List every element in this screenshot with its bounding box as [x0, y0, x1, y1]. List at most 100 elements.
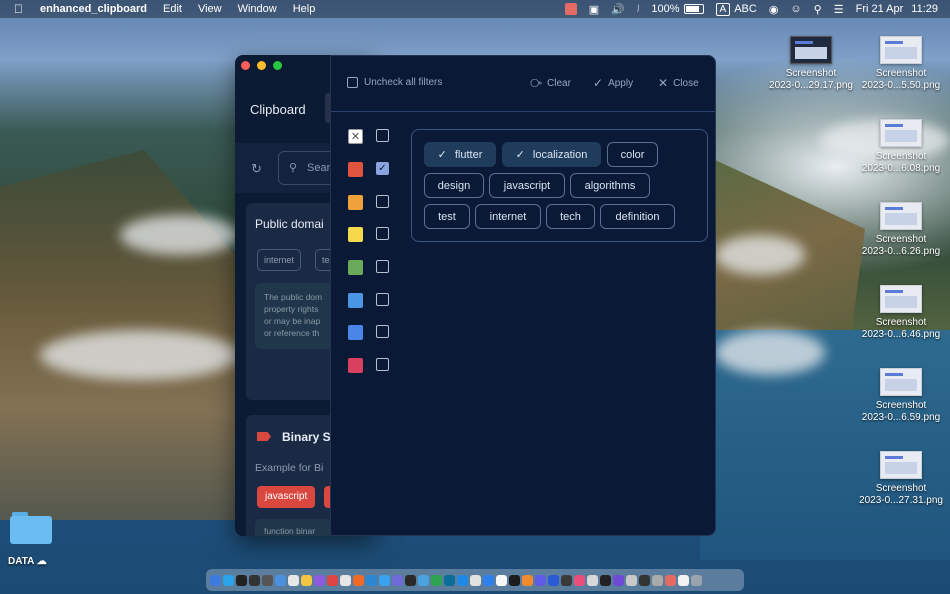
dock-app-icon[interactable]: [340, 574, 351, 586]
dock-app-icon[interactable]: [418, 574, 429, 586]
dock-app-icon[interactable]: [353, 574, 364, 586]
user-icon[interactable]: ☺: [790, 3, 801, 15]
dock-app-icon[interactable]: [561, 574, 572, 586]
volume-icon[interactable]: 🔊: [611, 3, 625, 16]
dock-app-icon[interactable]: [405, 574, 416, 586]
color-filter-row[interactable]: [348, 293, 408, 309]
dock-app-icon[interactable]: [431, 574, 442, 586]
color-checkbox[interactable]: [376, 129, 389, 142]
desktop-file[interactable]: Screenshot 2023-0...29.17.png: [766, 36, 856, 92]
dock-app-icon[interactable]: [613, 574, 624, 586]
close-window-icon[interactable]: [241, 61, 250, 70]
dock-app-icon[interactable]: [652, 574, 663, 586]
dock-app-icon[interactable]: [483, 574, 494, 586]
color-checkbox[interactable]: [376, 195, 389, 208]
color-checkbox[interactable]: [376, 325, 389, 338]
date-label[interactable]: Fri 21 Apr: [856, 3, 904, 15]
dock-app-icon[interactable]: [262, 574, 273, 586]
desktop-file[interactable]: Screenshot 2023-0...27.31.png: [856, 451, 946, 507]
dock-app-icon[interactable]: [392, 574, 403, 586]
tag-chip-test[interactable]: test: [424, 204, 470, 229]
desktop-file[interactable]: Screenshot 2023-0...6.59.png: [856, 368, 946, 424]
dock-app-icon[interactable]: [366, 574, 377, 586]
dock-app-icon[interactable]: [327, 574, 338, 586]
dock-app-icon[interactable]: [678, 574, 689, 586]
minimize-window-icon[interactable]: [257, 61, 266, 70]
dock-app-icon[interactable]: [288, 574, 299, 586]
tag-chip-tech[interactable]: tech: [546, 204, 595, 229]
color-filter-row[interactable]: ✓: [348, 162, 408, 178]
dock-app-icon[interactable]: [379, 574, 390, 586]
clip-tag[interactable]: javascript: [257, 486, 316, 508]
tag-chip-algorithms[interactable]: algorithms: [570, 173, 650, 198]
dock-app-icon[interactable]: [275, 574, 286, 586]
dock-app-icon[interactable]: [600, 574, 611, 586]
color-checkbox[interactable]: ✓: [376, 162, 389, 175]
menu-help[interactable]: Help: [293, 3, 316, 15]
uncheck-all-filters[interactable]: Uncheck all filters: [347, 77, 442, 88]
tag-chip-definition[interactable]: definition: [600, 204, 675, 229]
desktop-file[interactable]: Screenshot 2023-0...6.26.png: [856, 202, 946, 258]
menu-window[interactable]: Window: [238, 3, 277, 15]
apple-icon[interactable]: : [14, 2, 28, 16]
dock-app-icon[interactable]: [457, 574, 468, 586]
desktop-file[interactable]: Screenshot 2023-0...5.50.png: [856, 36, 946, 92]
search-icon[interactable]: ⚲: [814, 3, 822, 16]
folder-icon[interactable]: [10, 512, 52, 544]
zoom-window-icon[interactable]: [273, 61, 282, 70]
dock-app-icon[interactable]: [522, 574, 533, 586]
clip-tag[interactable]: internet: [257, 249, 302, 271]
desktop-file[interactable]: Screenshot 2023-0...6.08.png: [856, 119, 946, 175]
desktop-file[interactable]: Screenshot 2023-0...6.46.png: [856, 285, 946, 341]
dock-app-icon[interactable]: [665, 574, 676, 586]
folder-label[interactable]: DATA ☁: [8, 556, 47, 567]
menu-view[interactable]: View: [198, 3, 222, 15]
dock-app-icon[interactable]: [210, 574, 221, 586]
clear-button[interactable]: ⧂ Clear: [530, 76, 571, 91]
dock-app-icon[interactable]: [470, 574, 481, 586]
dock-app-icon[interactable]: [301, 574, 312, 586]
dock-app-icon[interactable]: [548, 574, 559, 586]
dock-app-icon[interactable]: [626, 574, 637, 586]
status-box-icon[interactable]: ▣: [589, 3, 599, 16]
close-button[interactable]: ✕ Close: [658, 76, 699, 90]
tag-chip-localization[interactable]: ✓ localization: [502, 142, 601, 167]
tag-chip-color[interactable]: color: [607, 142, 658, 167]
dock-app-icon[interactable]: [535, 574, 546, 586]
dock-app-icon[interactable]: [236, 574, 247, 586]
apply-button[interactable]: ✓ Apply: [593, 76, 633, 90]
dock-app-icon[interactable]: [509, 574, 520, 586]
tag-chip-javascript[interactable]: javascript: [489, 173, 565, 198]
color-checkbox[interactable]: [376, 293, 389, 306]
wifi-icon[interactable]: ◉: [769, 3, 779, 16]
dock-app-icon[interactable]: [314, 574, 325, 586]
bluetooth-icon[interactable]: ᜵: [637, 3, 640, 16]
color-filter-row[interactable]: [348, 227, 408, 243]
tag-chip-internet[interactable]: internet: [475, 204, 541, 229]
dock-app-icon[interactable]: [587, 574, 598, 586]
input-source-icon[interactable]: A: [715, 2, 731, 16]
time-label[interactable]: 11:29: [911, 3, 938, 15]
color-checkbox[interactable]: [376, 358, 389, 371]
tag-chip-flutter[interactable]: ✓ flutter: [424, 142, 496, 167]
dock-trash-icon[interactable]: [691, 574, 702, 586]
app-menu[interactable]: enhanced_clipboard: [40, 3, 147, 15]
dock-app-icon[interactable]: [574, 574, 585, 586]
color-filter-row[interactable]: [348, 325, 408, 341]
input-source-label[interactable]: ABC: [734, 3, 757, 15]
dock-app-icon[interactable]: [496, 574, 507, 586]
tag-chip-design[interactable]: design: [424, 173, 484, 198]
battery-icon[interactable]: [683, 4, 704, 14]
menu-edit[interactable]: Edit: [163, 3, 182, 15]
color-filter-row[interactable]: [348, 260, 408, 276]
color-checkbox[interactable]: [376, 227, 389, 240]
color-filter-row[interactable]: [348, 195, 408, 211]
status-app-icon[interactable]: [564, 3, 577, 15]
color-filter-row[interactable]: ✕: [348, 129, 408, 145]
color-filter-row[interactable]: [348, 358, 408, 374]
dock-app-icon[interactable]: [223, 574, 234, 586]
control-center-icon[interactable]: ☰: [834, 3, 844, 16]
dock-app-icon[interactable]: [249, 574, 260, 586]
dock-app-icon[interactable]: [444, 574, 455, 586]
color-checkbox[interactable]: [376, 260, 389, 273]
